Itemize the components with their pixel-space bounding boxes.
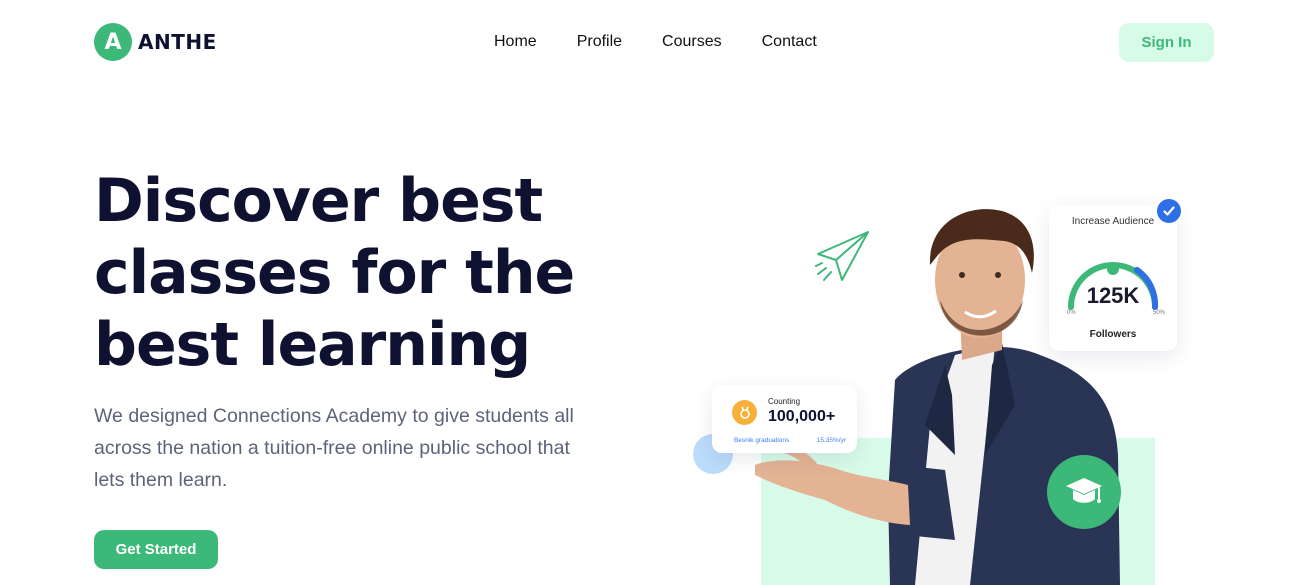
- hero-title-line-3: best learning: [94, 310, 531, 380]
- hero-title-line-2: classes for the: [94, 238, 575, 308]
- hero-description: We designed Connections Academy to give …: [94, 405, 574, 491]
- audience-value: 125K: [1086, 283, 1140, 308]
- site-header: A ANTHE Home Profile Courses Contact Sig…: [0, 0, 1308, 85]
- graduation-cap-icon: [1047, 455, 1121, 529]
- nav-link-courses[interactable]: Courses: [662, 33, 722, 51]
- counting-value: 100,000+: [768, 408, 836, 425]
- logo[interactable]: A ANTHE: [94, 23, 217, 61]
- counting-label: Counting: [768, 397, 801, 406]
- medal-icon: [732, 400, 757, 425]
- audience-card: Increase Audience 125K 0% 50% Followers: [1049, 205, 1177, 351]
- audience-footer: Followers: [1089, 329, 1137, 340]
- gauge-min-label: 0%: [1067, 310, 1076, 316]
- audience-title: Increase Audience: [1071, 216, 1155, 227]
- counting-footer: Besnik graduations 15.35%/yr: [734, 437, 846, 444]
- counting-footer-left: Besnik graduations: [734, 437, 790, 444]
- logo-mark: A: [94, 23, 132, 61]
- counting-card: Counting 100,000+ Besnik graduations 15.…: [712, 385, 857, 453]
- nav-link-contact[interactable]: Contact: [762, 33, 817, 51]
- hero-title: Discover best classes for the best learn…: [94, 165, 614, 381]
- sign-in-button[interactable]: Sign In: [1119, 23, 1214, 62]
- hero-title-line-1: Discover best: [94, 166, 543, 236]
- logo-text: ANTHE: [138, 30, 217, 54]
- get-started-button[interactable]: Get Started: [94, 530, 218, 569]
- gauge-max-label: 50%: [1152, 310, 1165, 316]
- check-icon: [1157, 199, 1181, 223]
- nav-link-home[interactable]: Home: [494, 33, 537, 51]
- main-nav: Home Profile Courses Contact: [494, 33, 817, 51]
- counting-footer-right: 15.35%/yr: [816, 437, 846, 444]
- nav-link-profile[interactable]: Profile: [577, 33, 622, 51]
